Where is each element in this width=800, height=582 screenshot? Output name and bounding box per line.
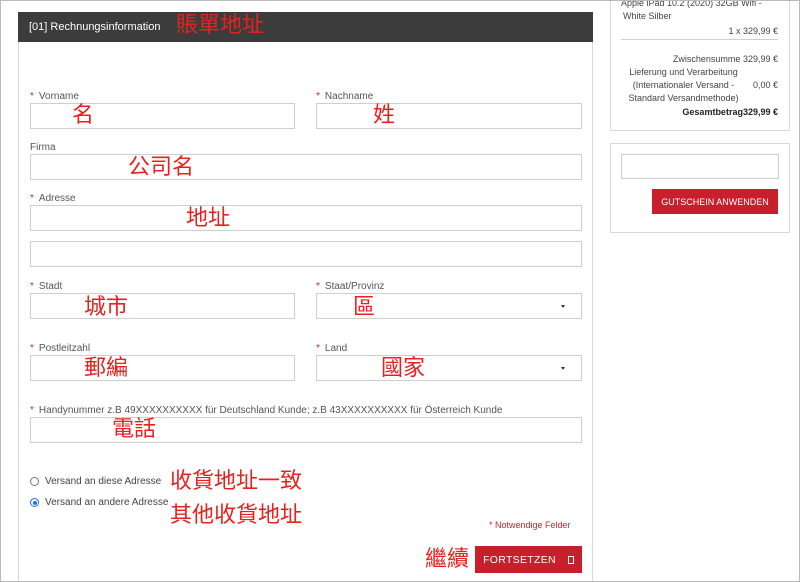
city-label: * Stadt <box>30 281 63 292</box>
ship-to-other-address-option[interactable]: Versand an andere Adresse <box>30 497 168 508</box>
ship-to-this-address-option[interactable]: Versand an diese Adresse <box>30 476 161 487</box>
summary-divider <box>621 39 778 40</box>
annotation-postcode: 郵編 <box>84 356 129 381</box>
annotation-last-name: 姓 <box>373 103 396 128</box>
last-name-label: * Nachname <box>316 91 374 102</box>
annotation-same-shipping: 收貨地址一致 <box>170 469 303 494</box>
annotation-continue: 繼續 <box>425 547 470 572</box>
shipping-method-label: Lieferung und Verarbeitung (Internationa… <box>628 67 739 103</box>
square-icon <box>567 555 574 564</box>
postal-code-input[interactable] <box>30 355 295 381</box>
ship-to-other-address-label: Versand an andere Adresse <box>45 497 169 508</box>
annotation-phone: 電話 <box>112 417 157 442</box>
city-input[interactable] <box>30 293 295 319</box>
billing-form-title: [01] Rechnungsinformation <box>29 21 161 33</box>
apply-coupon-button[interactable]: GUTSCHEIN ANWENDEN <box>652 189 778 214</box>
state-label: * Staat/Provinz <box>316 281 385 292</box>
continue-button[interactable]: FORTSETZEN <box>475 546 582 573</box>
chevron-down-icon <box>561 367 565 370</box>
ship-to-other-address-radio[interactable] <box>30 498 39 507</box>
last-name-input[interactable] <box>316 103 582 129</box>
country-select[interactable] <box>316 355 582 381</box>
ship-to-this-address-label: Versand an diese Adresse <box>45 476 162 487</box>
product-qty-price: 1 x 329,99 € <box>728 26 778 36</box>
phone-label: * Handynummer z.B 49XXXXXXXXXX für Deutsc… <box>30 405 503 416</box>
annotation-city: 城市 <box>84 295 129 320</box>
billing-form-header: [01] Rechnungsinformation <box>18 12 593 42</box>
coupon-code-input[interactable] <box>621 154 779 179</box>
chevron-down-icon <box>561 305 565 308</box>
product-name: Apple iPad 10.2 (2020) 32GB Wifi - White… <box>621 0 762 21</box>
annotation-other-shipping: 其他收貨地址 <box>170 503 303 528</box>
address-label: * Adresse <box>30 193 76 204</box>
required-fields-note: * Notwendige Felder <box>489 520 571 530</box>
first-name-input[interactable] <box>30 103 295 129</box>
country-label: * Land <box>316 343 348 354</box>
total-value: 329,99 € <box>742 107 778 117</box>
postal-code-label: * Postleitzahl <box>30 343 91 354</box>
annotation-address: 地址 <box>186 206 231 231</box>
ship-to-this-address-radio[interactable] <box>30 477 39 486</box>
company-input[interactable] <box>30 154 582 180</box>
address-line2-input[interactable] <box>30 241 582 267</box>
annotation-district: 區 <box>353 295 376 320</box>
subtotal-value: 329,99 € <box>742 54 778 64</box>
first-name-label: * Vorname <box>30 91 79 102</box>
total-row: Gesamtbetrag329,99 € <box>621 106 778 119</box>
annotation-company: 公司名 <box>128 155 195 180</box>
company-label: Firma <box>30 142 56 153</box>
subtotal-row: Zwischensumme 329,99 € <box>621 53 778 66</box>
continue-button-label: FORTSETZEN <box>483 553 556 566</box>
annotation-country: 國家 <box>381 356 426 381</box>
subtotal-label: Zwischensumme <box>672 54 741 64</box>
annotation-billing-address: 賬單地址 <box>176 13 265 38</box>
total-label: Gesamtbetrag <box>682 107 743 117</box>
shipping-value: 0,00 € <box>752 80 778 90</box>
annotation-first-name: 名 <box>72 103 95 128</box>
address-line1-input[interactable] <box>30 205 582 231</box>
